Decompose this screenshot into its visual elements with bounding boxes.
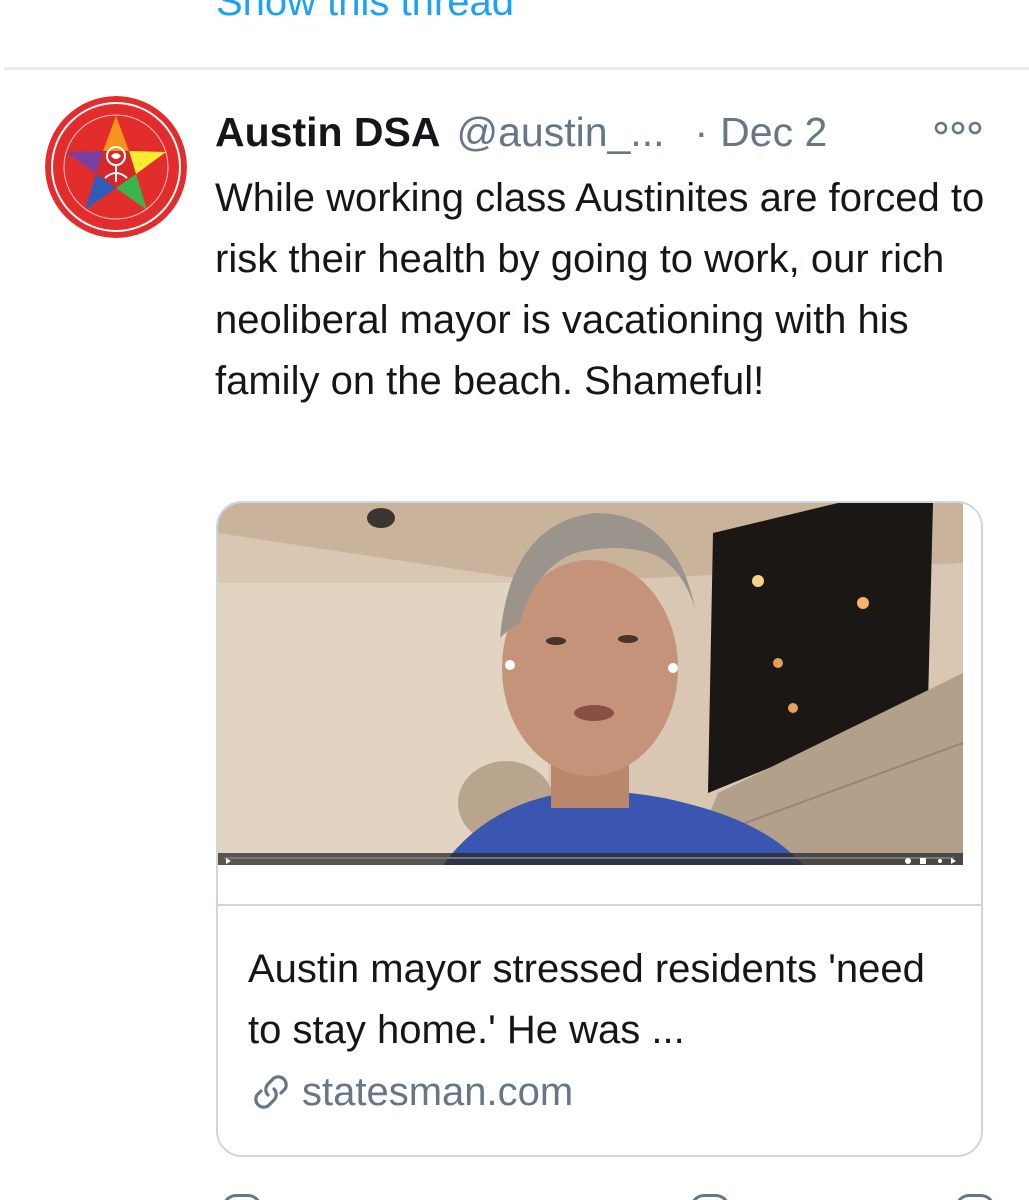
card-title[interactable]: Austin mayor stressed residents 'need to… (248, 939, 958, 1061)
show-thread-link[interactable]: Show this thread (216, 0, 514, 26)
share-icon[interactable] (955, 1194, 995, 1200)
link-icon (254, 1075, 288, 1109)
link-card[interactable]: Austin mayor stressed residents 'need to… (216, 501, 983, 1157)
author-display-name[interactable]: Austin DSA (215, 109, 441, 156)
card-domain-text: statesman.com (302, 1069, 574, 1114)
like-icon[interactable] (690, 1194, 730, 1200)
card-domain[interactable]: statesman.com (248, 1069, 573, 1115)
video-thumbnail (218, 503, 981, 904)
card-video-thumbnail[interactable] (218, 503, 981, 904)
separator-dot: · (694, 108, 709, 155)
tweet-header: Austin DSA @austin_... · Dec 2 (215, 104, 827, 160)
reply-icon[interactable] (222, 1194, 262, 1200)
tweet-page: Show this thread Austin DSA @austin_... … (0, 0, 1029, 1200)
more-options-button[interactable] (930, 112, 986, 144)
dsa-rose-star-avatar-icon (45, 96, 187, 238)
card-divider (218, 904, 981, 906)
tweet-date[interactable]: Dec 2 (720, 109, 827, 156)
separator-line (4, 67, 1029, 70)
tweet-text: While working class Austinites are force… (215, 176, 985, 403)
tweet-actions-partial (0, 1188, 1029, 1200)
avatar[interactable] (45, 96, 187, 238)
author-handle[interactable]: @austin_... (457, 109, 665, 156)
more-options-icon (934, 121, 982, 135)
